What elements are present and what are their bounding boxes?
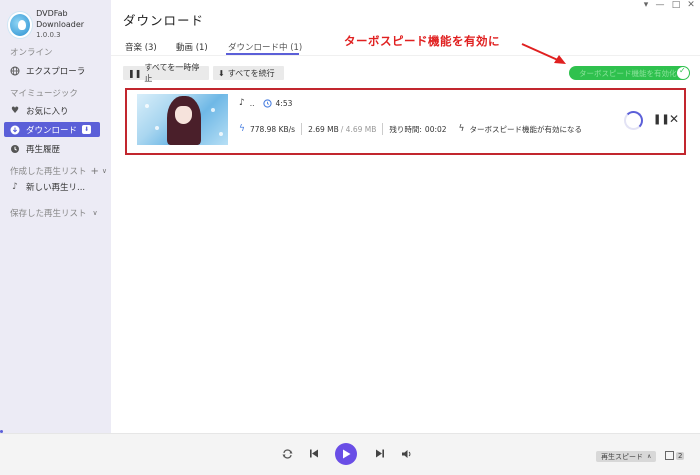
download-duration: 4:53 xyxy=(275,98,293,108)
sidebar-item-download[interactable]: ダウンロード ⬇ xyxy=(4,122,100,137)
globe-icon xyxy=(10,66,20,76)
section-saved-playlists-title: 保存した再生リスト xyxy=(10,209,87,219)
pause-icon: ❚❚ xyxy=(128,68,142,78)
app-logo-icon xyxy=(8,11,33,38)
sidebar-item-explorer[interactable]: エクスプローラ xyxy=(4,63,100,78)
resume-all-label: すべてを続行 xyxy=(227,68,275,78)
chevron-down-icon[interactable]: ∨ xyxy=(93,209,98,217)
maximize-icon[interactable]: □ xyxy=(670,0,682,10)
section-created-playlists: 作成した再生リスト + ∨ xyxy=(10,165,107,178)
pause-all-label: すべてを一時停止 xyxy=(144,63,200,83)
download-speed: 778.98 KB/s xyxy=(249,124,296,134)
cancel-download-button[interactable]: ✕ xyxy=(669,112,679,126)
playback-speed-label: 再生スピード xyxy=(601,452,643,461)
remaining-time: 00:02 xyxy=(424,124,447,134)
play-queue-button[interactable]: 2 xyxy=(665,451,685,460)
section-created-playlists-title: 作成した再生リスト xyxy=(10,167,87,177)
music-note-icon: ♪ xyxy=(239,98,245,108)
turbo-status-text: ターボスピード機能が有効になる xyxy=(469,124,582,134)
download-item-card: ♪ .. 4:53 ϟ 778.98 KB/s 2.69 MB / 4.69 M… xyxy=(125,88,686,155)
player-bar: 再生スピード ∧ 2 xyxy=(0,433,700,475)
sidebar-item-label: 再生履歴 xyxy=(26,144,61,155)
music-note-icon: ♪ xyxy=(12,181,18,192)
pause-all-button[interactable]: ❚❚ すべてを一時停止 xyxy=(123,63,209,83)
sidebar-item-new-playlist[interactable]: ♪ 新しい再生リ... xyxy=(4,179,100,194)
clock-icon xyxy=(262,98,272,108)
window-menu-icon[interactable]: ▾ xyxy=(640,0,652,10)
sidebar: DVDFab Downloader 1.0.0.3 オンライン エクスプローラ … xyxy=(0,0,111,433)
tab-downloading[interactable]: ダウンロード中 (1) xyxy=(228,41,302,53)
downloaded-size: 2.69 MB xyxy=(308,124,339,134)
previous-track-icon[interactable] xyxy=(309,449,319,458)
queue-icon xyxy=(665,451,674,460)
download-arrow-icon: ⬇ xyxy=(218,68,225,78)
total-size: / 4.69 MB xyxy=(340,124,377,134)
speed-bolt-icon: ϟ xyxy=(239,124,245,134)
download-circle-icon xyxy=(10,125,20,135)
next-track-icon[interactable] xyxy=(375,449,385,458)
sidebar-item-label: お気に入り xyxy=(26,106,69,117)
app-name: DVDFab Downloader xyxy=(36,9,85,29)
sidebar-item-label: エクスプローラ xyxy=(26,66,86,77)
sidebar-item-history[interactable]: 再生履歴 xyxy=(4,141,100,156)
sidebar-item-label: 新しい再生リ... xyxy=(26,182,86,193)
turbo-annotation-text: ターボスピード機能を有効に xyxy=(344,34,500,48)
video-thumbnail[interactable] xyxy=(137,94,228,145)
volume-icon[interactable] xyxy=(401,449,413,459)
turbo-bolt-icon: ϟ xyxy=(458,124,465,134)
tab-music[interactable]: 音楽 (3) xyxy=(125,41,157,53)
chevron-up-icon: ∧ xyxy=(647,453,652,460)
clock-icon xyxy=(10,144,20,154)
section-my-music-title: マイミュージック xyxy=(10,89,78,99)
remaining-time-label: 残り時間: xyxy=(389,124,422,134)
pause-download-button[interactable]: ❚❚ xyxy=(653,114,670,125)
add-playlist-icon[interactable]: + xyxy=(91,166,99,177)
turbo-toggle-label: ターボスピード機能を有効化 xyxy=(579,68,677,78)
playback-speed-button[interactable]: 再生スピード ∧ xyxy=(596,451,657,462)
annotation-arrow-icon xyxy=(521,43,566,64)
section-online-title: オンライン xyxy=(10,48,53,58)
download-title: .. xyxy=(249,98,255,108)
minimize-icon[interactable]: — xyxy=(654,0,666,10)
app-version: 1.0.0.3 xyxy=(36,31,61,39)
queue-count: 2 xyxy=(676,451,685,460)
play-button[interactable] xyxy=(335,443,357,465)
download-progress-spinner-icon xyxy=(624,111,643,130)
resume-all-button[interactable]: ⬇ すべてを続行 xyxy=(213,66,284,80)
sidebar-item-label: ダウンロード xyxy=(26,125,78,136)
tab-video[interactable]: 動画 (1) xyxy=(176,41,208,53)
turbo-speed-toggle[interactable]: ターボスピード機能を有効化 xyxy=(569,66,690,80)
section-saved-playlists: 保存した再生リスト ∨ xyxy=(10,207,98,219)
download-stats-row: ϟ 778.98 KB/s 2.69 MB / 4.69 MB 残り時間: 00… xyxy=(239,123,582,135)
tabs-divider xyxy=(111,55,700,56)
close-icon[interactable]: ✕ xyxy=(685,0,697,10)
heart-icon: ♥ xyxy=(10,105,20,116)
download-badge-icon: ⬇ xyxy=(82,125,92,134)
sidebar-item-favorites[interactable]: ♥ お気に入り xyxy=(4,103,100,118)
repeat-icon[interactable] xyxy=(282,449,293,459)
page-title: ダウンロード xyxy=(123,13,205,28)
toggle-knob-icon xyxy=(677,66,689,79)
download-title-row: ♪ .. 4:53 xyxy=(239,98,292,108)
app-brand: DVDFab Downloader 1.0.0.3 xyxy=(8,8,111,41)
chevron-down-icon[interactable]: ∨ xyxy=(102,167,107,175)
